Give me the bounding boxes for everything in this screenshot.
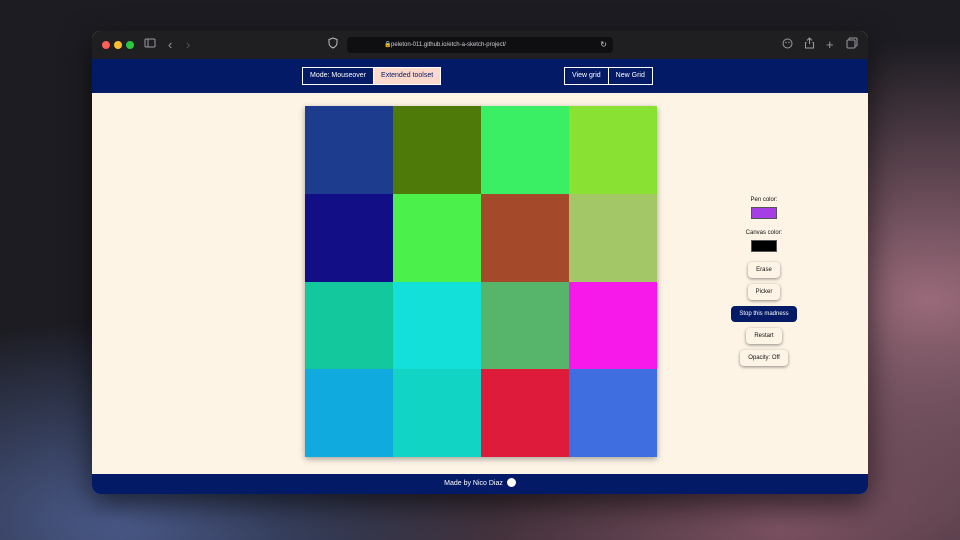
maximize-window-button[interactable]	[126, 41, 134, 49]
share-icon[interactable]	[804, 37, 815, 53]
close-window-button[interactable]	[102, 41, 110, 49]
browser-toolbar: ‹ › 🔒 peleton-011.github.io/etch-a-sketc…	[92, 31, 868, 59]
erase-button[interactable]: Erase	[748, 262, 780, 278]
extended-toolset-button[interactable]: Extended toolset	[373, 68, 441, 84]
opacity-toggle-button[interactable]: Opacity: Off	[740, 350, 788, 366]
grid-cell[interactable]	[305, 369, 393, 457]
tool-panel: Pen color: Canvas color: Erase Picker St…	[724, 196, 804, 372]
shield-icon[interactable]	[328, 37, 338, 53]
address-bar[interactable]: 🔒 peleton-011.github.io/etch-a-sketch-pr…	[347, 37, 613, 53]
pen-color-picker[interactable]	[751, 207, 777, 219]
forward-icon[interactable]: ›	[186, 37, 190, 53]
grid-cell[interactable]	[481, 281, 569, 370]
grid-cell[interactable]	[393, 106, 481, 194]
picker-button[interactable]: Picker	[747, 284, 781, 300]
footer-credit: Made by Nico Diaz	[444, 480, 503, 487]
new-tab-icon[interactable]: +	[826, 37, 834, 53]
grid-button-group: View grid New Grid	[564, 67, 653, 85]
grid-cell[interactable]	[393, 281, 481, 370]
grid-cell[interactable]	[481, 106, 569, 194]
grid-cell[interactable]	[481, 369, 569, 457]
view-grid-button[interactable]: View grid	[565, 68, 608, 84]
grid-cell[interactable]	[305, 193, 393, 282]
footer: Made by Nico Diaz	[92, 474, 868, 494]
tab-overview-icon[interactable]	[846, 37, 858, 53]
grid-cell[interactable]	[305, 281, 393, 370]
grid-cell[interactable]	[305, 106, 393, 194]
grid-cell[interactable]	[569, 106, 657, 194]
restart-button[interactable]: Restart	[746, 328, 782, 344]
minimize-window-button[interactable]	[114, 41, 122, 49]
back-icon[interactable]: ‹	[168, 37, 172, 53]
stop-this-madness-button[interactable]: Stop this madness	[731, 306, 797, 322]
sidebar-toggle-icon[interactable]	[144, 37, 156, 53]
grid-cell[interactable]	[569, 193, 657, 282]
mode-button[interactable]: Mode: Mouseover	[303, 68, 373, 84]
extension-icon[interactable]	[782, 37, 793, 53]
grid-cell[interactable]	[481, 193, 569, 282]
canvas-color-label: Canvas color:	[745, 230, 783, 236]
browser-window: ‹ › 🔒 peleton-011.github.io/etch-a-sketc…	[92, 31, 868, 494]
grid-cell[interactable]	[569, 369, 657, 457]
sketch-canvas[interactable]	[305, 106, 657, 457]
grid-cell[interactable]	[569, 281, 657, 370]
new-grid-button[interactable]: New Grid	[607, 68, 652, 84]
url-text: peleton-011.github.io/etch-a-sketch-proj…	[391, 42, 506, 48]
pen-color-label: Pen color:	[750, 197, 778, 203]
canvas-color-picker[interactable]	[751, 240, 777, 252]
mode-button-group: Mode: Mouseover Extended toolset	[302, 67, 442, 85]
grid-cell[interactable]	[393, 193, 481, 282]
github-icon[interactable]	[506, 477, 516, 487]
reload-icon[interactable]: ↻	[600, 37, 607, 53]
grid-cell[interactable]	[393, 369, 481, 457]
app-header: Mode: Mouseover Extended toolset View gr…	[92, 59, 868, 93]
